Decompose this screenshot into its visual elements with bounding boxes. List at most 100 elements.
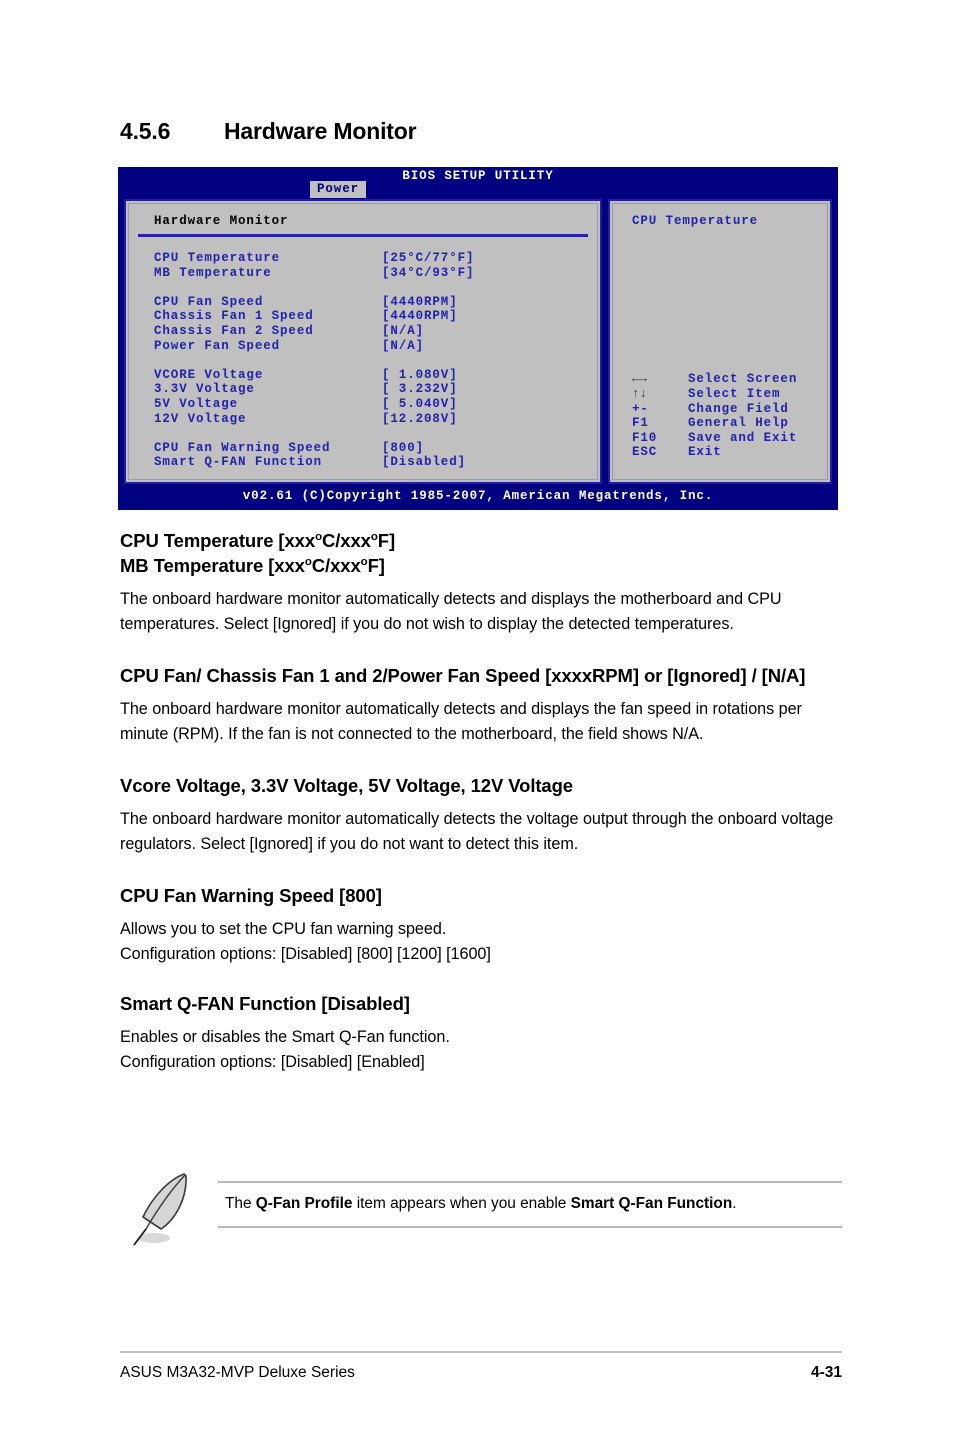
bios-item-group: CPU Temperature [25°C/77°F] MB Temperatu…	[154, 251, 600, 280]
bios-item-row[interactable]: Smart Q-FAN Function [Disabled]	[154, 455, 600, 470]
bios-item-row[interactable]: CPU Temperature [25°C/77°F]	[154, 251, 600, 266]
bios-setup-screenshot: BIOS SETUP UTILITY Power Hardware Monito…	[118, 167, 838, 510]
note-text: The Q-Fan Profile item appears when you …	[218, 1183, 842, 1226]
bios-item-label: Chassis Fan 2 Speed	[154, 323, 314, 338]
legend-row: +- Change Field	[632, 402, 797, 417]
page-title: 4.5.6 Hardware Monitor	[120, 118, 840, 145]
bios-item-value: [4440RPM]	[382, 294, 458, 309]
legend-label: General Help	[688, 416, 789, 431]
bios-item-label: CPU Fan Warning Speed	[154, 440, 331, 455]
bios-titlebar: BIOS SETUP UTILITY Power	[118, 167, 838, 199]
bios-body: Hardware Monitor CPU Temperature [25°C/7…	[124, 199, 832, 484]
f10-key-icon: F10	[632, 430, 658, 445]
manual-page: 4.5.6 Hardware Monitor BIOS SETUP UTILIT…	[0, 0, 954, 1438]
legend-row: ESC Exit	[632, 445, 797, 460]
bios-item-label: Power Fan Speed	[154, 338, 281, 353]
bios-item-value: [ 1.080V]	[382, 367, 458, 382]
paragraph-temperature: The onboard hardware monitor automatical…	[120, 590, 782, 633]
bios-item-row[interactable]: 5V Voltage [ 5.040V]	[154, 397, 600, 412]
bios-item-value: [N/A]	[382, 338, 425, 353]
left-right-arrow-icon: ←→	[632, 372, 648, 387]
bios-help-title: CPU Temperature	[632, 214, 759, 228]
bios-item-row[interactable]: MB Temperature [34°C/93°F]	[154, 266, 600, 281]
bios-panel-divider	[138, 234, 588, 237]
paragraph-fan-warning: Allows you to set the CPU fan warning sp…	[120, 917, 842, 967]
bios-item-value: [34°C/93°F]	[382, 265, 475, 280]
paragraph-qfan: Enables or disables the Smart Q-Fan func…	[120, 1025, 842, 1075]
bios-item-value: [N/A]	[382, 323, 425, 338]
degree-symbol: o	[370, 530, 378, 543]
note-term-qfan-profile: Q-Fan Profile	[255, 1195, 353, 1212]
bios-item-value: [ 3.232V]	[382, 382, 458, 397]
degree-symbol: o	[360, 555, 368, 568]
bios-item-label: VCORE Voltage	[154, 367, 264, 382]
heading-fan-speed: CPU Fan/ Chassis Fan 1 and 2/Power Fan S…	[120, 665, 806, 686]
bios-item-label: Smart Q-FAN Function	[154, 455, 323, 470]
bios-item-list: CPU Temperature [25°C/77°F] MB Temperatu…	[154, 251, 600, 470]
bios-item-row[interactable]: 12V Voltage [12.208V]	[154, 412, 600, 427]
footer-product-name: ASUS M3A32-MVP Deluxe Series	[120, 1364, 355, 1381]
footer-page-number: 4-31	[810, 1364, 842, 1381]
note-bottom-rule	[218, 1226, 842, 1228]
legend-label: Select Item	[688, 387, 781, 402]
heading-line-2: MB Temperature [xxxoC/xxxoF]	[120, 555, 385, 576]
bios-item-value: [800]	[382, 440, 425, 455]
note-text-a: The	[225, 1195, 256, 1212]
bios-item-value: [Disabled]	[382, 455, 467, 470]
bios-item-group: VCORE Voltage [ 1.080V] 3.3V Voltage [ 3…	[154, 368, 600, 426]
bios-item-value: [ 5.040V]	[382, 396, 458, 411]
bios-item-row[interactable]: Chassis Fan 1 Speed [4440RPM]	[154, 309, 600, 324]
note-term-smart-qfan-function: Smart Q-Fan Function	[570, 1195, 733, 1212]
legend-label: Save and Exit	[688, 430, 798, 445]
degree-symbol: o	[304, 555, 312, 568]
note-text-c: item appears when you enable	[352, 1195, 571, 1212]
quill-pen-icon	[128, 1167, 200, 1247]
legend-label: Select Screen	[688, 372, 798, 387]
paragraph-fan-speed: The onboard hardware monitor automatical…	[120, 700, 802, 743]
bios-item-value: [12.208V]	[382, 411, 458, 426]
heading-cpu-mb-temperature: CPU Temperature [xxxoC/xxxoF] MB Tempera…	[120, 528, 842, 578]
bios-item-row[interactable]: 3.3V Voltage [ 3.232V]	[154, 382, 600, 397]
legend-row: F10 Save and Exit	[632, 431, 797, 446]
heading-line-1: CPU Temperature [xxxoC/xxxoF]	[120, 530, 396, 551]
note-text-e: .	[732, 1195, 737, 1212]
bios-tab-power[interactable]: Power	[310, 181, 367, 198]
section-number: 4.5.6	[120, 118, 171, 144]
note-body: The Q-Fan Profile item appears when you …	[218, 1181, 842, 1228]
bios-item-row[interactable]: VCORE Voltage [ 1.080V]	[154, 368, 600, 383]
bios-panel-title: Hardware Monitor	[154, 214, 289, 228]
bios-item-group: CPU Fan Speed [4440RPM] Chassis Fan 1 Sp…	[154, 295, 600, 353]
f1-key-icon: F1	[632, 416, 649, 431]
bios-item-label: 5V Voltage	[154, 396, 239, 411]
bios-item-row[interactable]: CPU Fan Speed [4440RPM]	[154, 295, 600, 310]
bios-item-row[interactable]: Power Fan Speed [N/A]	[154, 339, 600, 354]
heading-smart-qfan-function: Smart Q-FAN Function [Disabled]	[120, 993, 410, 1014]
bios-main-panel: Hardware Monitor CPU Temperature [25°C/7…	[124, 199, 602, 484]
up-down-arrow-icon: ↑↓	[632, 387, 648, 402]
qfan-line-2: Configuration options: [Disabled] [Enabl…	[120, 1053, 425, 1071]
paragraph-voltage: The onboard hardware monitor automatical…	[120, 810, 834, 853]
qfan-line-1: Enables or disables the Smart Q-Fan func…	[120, 1028, 450, 1046]
bios-item-row[interactable]: Chassis Fan 2 Speed [N/A]	[154, 324, 600, 339]
footer-divider	[120, 1351, 842, 1353]
bios-key-legend: ←→ Select Screen ↑↓ Select Item +- Chang…	[632, 372, 797, 460]
bios-item-label: MB Temperature	[154, 265, 272, 280]
bios-item-row[interactable]: CPU Fan Warning Speed [800]	[154, 441, 600, 456]
bios-item-group: CPU Fan Warning Speed [800] Smart Q-FAN …	[154, 441, 600, 470]
note-callout: The Q-Fan Profile item appears when you …	[120, 1155, 842, 1250]
degree-symbol: o	[315, 530, 322, 543]
bios-help-panel: CPU Temperature ←→ Select Screen ↑↓ Sele…	[608, 199, 832, 484]
fan-warning-line-2: Configuration options: [Disabled] [800] …	[120, 945, 491, 963]
legend-row: ↑↓ Select Item	[632, 387, 797, 402]
bios-item-label: CPU Temperature	[154, 251, 281, 265]
heading-cpu-fan-warning-speed: CPU Fan Warning Speed [800]	[120, 885, 382, 906]
legend-label: Exit	[688, 445, 722, 460]
plus-minus-key-icon: +-	[632, 401, 649, 416]
bios-utility-title: BIOS SETUP UTILITY	[402, 169, 554, 183]
bios-item-label: CPU Fan Speed	[154, 294, 264, 309]
bios-item-value: [25°C/77°F]	[382, 251, 475, 265]
section-title: Hardware Monitor	[224, 118, 417, 144]
bios-item-label: 3.3V Voltage	[154, 382, 255, 397]
legend-row: F1 General Help	[632, 416, 797, 431]
bios-copyright-footer: v02.61 (C)Copyright 1985-2007, American …	[118, 484, 838, 510]
